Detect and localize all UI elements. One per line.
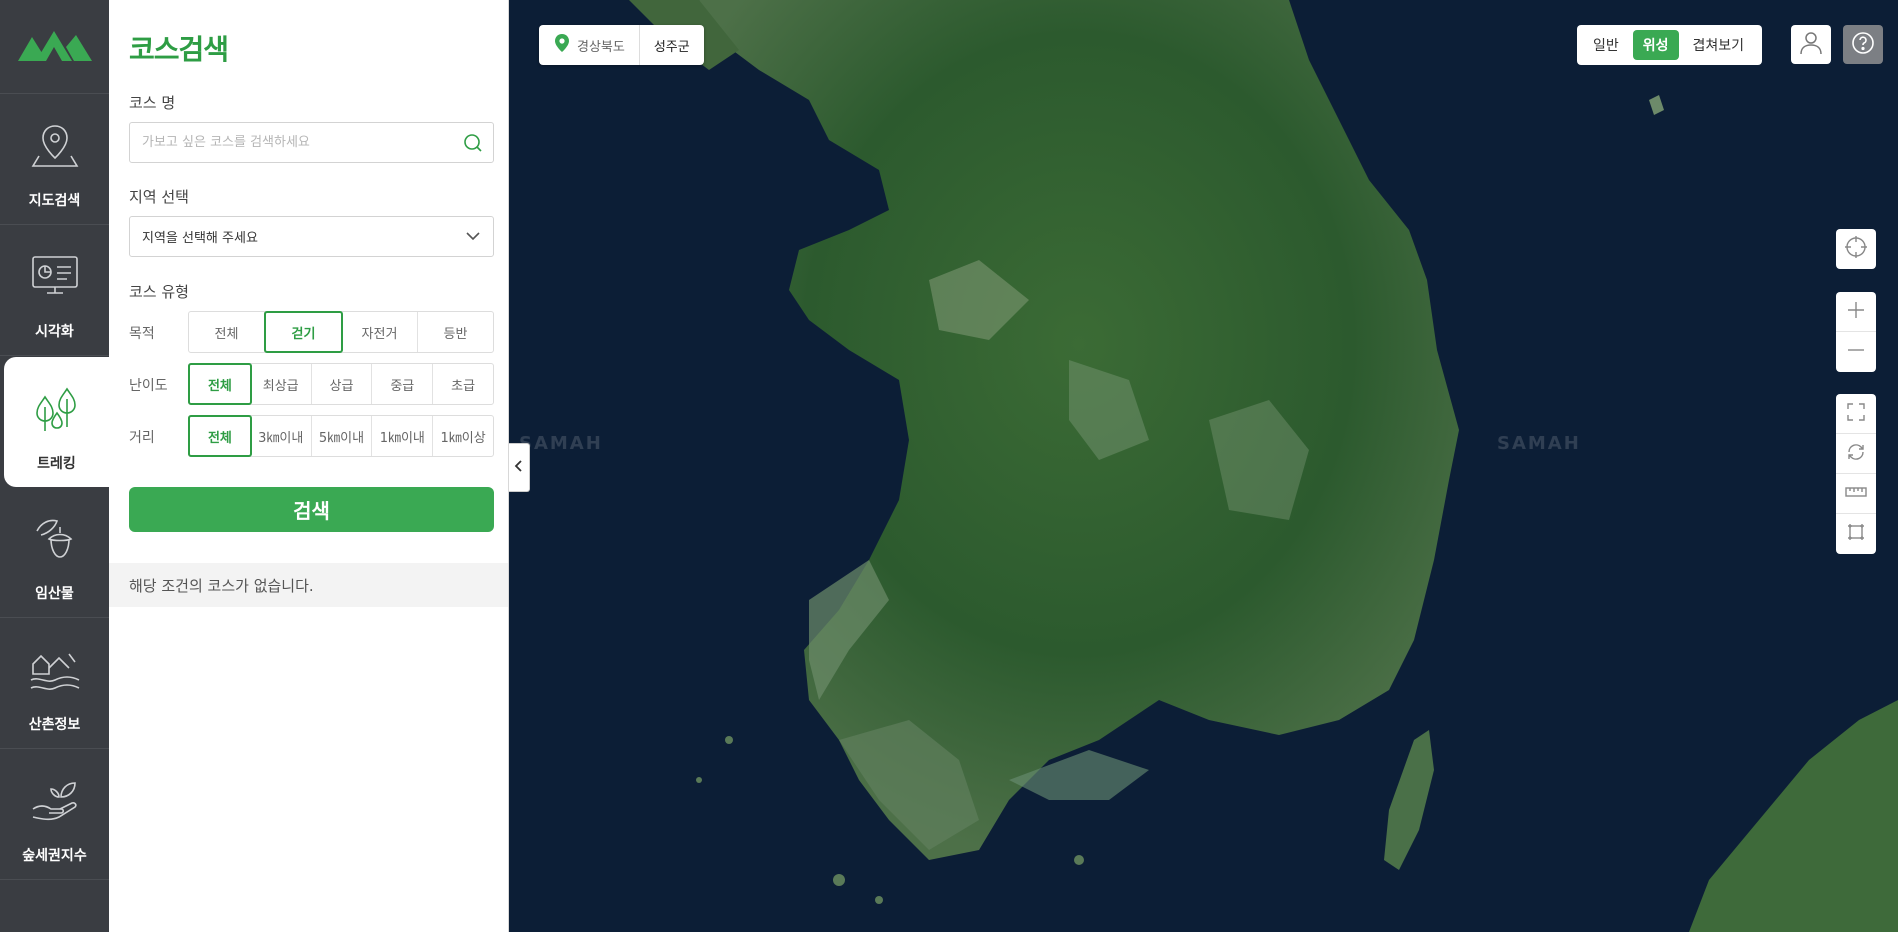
minus-icon [1846, 340, 1866, 364]
user-button[interactable] [1791, 25, 1831, 64]
location-pin-icon [555, 34, 569, 56]
region-label: 지역 선택 [129, 188, 189, 206]
distance-options: 전체 3㎞이내 5㎞이내 1㎞이내 1㎞이상 [188, 415, 494, 457]
region-select[interactable]: 지역을 선택해 주세요 [129, 216, 494, 257]
village-icon [27, 642, 83, 698]
locate-button[interactable] [1836, 229, 1876, 269]
distance-option-3km[interactable]: 3㎞이내 [251, 416, 312, 456]
refresh-icon [1846, 442, 1866, 466]
breadcrumb-province[interactable]: 경상북도 [539, 25, 640, 65]
course-name-field [129, 122, 494, 163]
distance-option-1km-within[interactable]: 1㎞이내 [372, 416, 434, 456]
breadcrumb-county[interactable]: 성주군 [640, 36, 704, 55]
course-type-label: 코스 유형 [129, 283, 189, 301]
course-name-label: 코스 명 [129, 94, 176, 112]
zoom-in-button[interactable] [1836, 292, 1876, 332]
question-icon [1851, 31, 1875, 59]
crosshair-icon [1844, 235, 1868, 263]
distance-label: 거리 [129, 430, 155, 446]
search-icon[interactable] [463, 133, 483, 157]
difficulty-options: 전체 최상급 상급 중급 초급 [188, 363, 494, 405]
nav-item-map-search[interactable]: 지도검색 [0, 95, 109, 225]
purpose-options: 전체 걷기 자전거 등반 [188, 311, 494, 353]
logo[interactable] [0, 0, 109, 94]
measure-area-button[interactable] [1836, 514, 1876, 554]
fullscreen-icon [1847, 402, 1865, 425]
map-type-toggle: 일반 위성 겹쳐보기 [1577, 25, 1762, 65]
map-type-overlay[interactable]: 겹쳐보기 [1683, 30, 1755, 60]
nav-item-label: 시각화 [35, 324, 74, 340]
nav-item-label: 산촌정보 [28, 717, 81, 733]
hand-leaf-icon [27, 773, 83, 829]
nav-item-label: 임산물 [35, 586, 74, 602]
purpose-option-climb[interactable]: 등반 [418, 312, 493, 352]
fullscreen-button[interactable] [1836, 394, 1876, 434]
purpose-label: 목적 [129, 326, 155, 342]
refresh-button[interactable] [1836, 434, 1876, 474]
course-search-panel: 코스검색 코스 명 지역 선택 지역을 선택해 주세요 코스 유형 목적 전체 … [109, 0, 509, 932]
distance-option-all[interactable]: 전체 [188, 415, 252, 457]
purpose-option-walk[interactable]: 걷기 [264, 311, 343, 353]
monitor-chart-icon [27, 249, 83, 305]
map-pin-icon [27, 118, 83, 174]
difficulty-option-all[interactable]: 전체 [188, 363, 252, 405]
difficulty-option-intermediate[interactable]: 중급 [372, 364, 434, 404]
help-button[interactable] [1843, 25, 1883, 64]
side-nav: 지도검색 시각화 트레킹 임산물 산촌정보 숲세권지수 [0, 0, 109, 932]
satellite-map[interactable]: SAMAH SAMAH [509, 0, 1898, 932]
course-name-input[interactable] [130, 123, 450, 162]
search-button[interactable]: 검색 [129, 487, 494, 532]
nav-item-label: 트레킹 [37, 456, 76, 472]
measure-distance-button[interactable] [1836, 474, 1876, 514]
map-watermark: SAMAH [519, 433, 603, 454]
panel-title: 코스검색 [129, 33, 229, 66]
chevron-down-icon [465, 230, 481, 246]
breadcrumb-province-label: 경상북도 [577, 39, 625, 55]
collapse-panel-button[interactable] [509, 443, 530, 492]
korea-peninsula-map [629, 0, 1898, 932]
purpose-option-bike[interactable]: 자전거 [342, 312, 418, 352]
nav-item-forest-index[interactable]: 숲세권지수 [0, 750, 109, 880]
difficulty-option-beginner[interactable]: 초급 [433, 364, 493, 404]
plus-icon [1846, 300, 1866, 324]
difficulty-option-expert[interactable]: 최상급 [251, 364, 312, 404]
map-type-normal[interactable]: 일반 [1583, 30, 1629, 60]
map-watermark: SAMAH [1497, 433, 1581, 454]
distance-option-5km[interactable]: 5㎞이내 [312, 416, 373, 456]
logo-icon [17, 30, 92, 61]
nav-item-label: 지도검색 [28, 193, 81, 209]
chevron-left-icon [514, 458, 524, 477]
nav-item-village-info[interactable]: 산촌정보 [0, 619, 109, 749]
map-utility-tools [1836, 394, 1876, 554]
purpose-option-all[interactable]: 전체 [189, 312, 265, 352]
locate-tool [1836, 229, 1876, 269]
map-type-satellite[interactable]: 위성 [1632, 30, 1679, 60]
region-select-value: 지역을 선택해 주세요 [142, 231, 258, 246]
zoom-out-button[interactable] [1836, 332, 1876, 372]
nav-item-trekking[interactable]: 트레킹 [4, 357, 109, 487]
nav-item-visualization[interactable]: 시각화 [0, 226, 109, 356]
user-icon [1800, 31, 1822, 59]
trees-icon [29, 381, 85, 437]
ruler-icon [1845, 484, 1867, 503]
zoom-tools [1836, 292, 1876, 372]
difficulty-option-advanced[interactable]: 상급 [312, 364, 373, 404]
difficulty-label: 난이도 [129, 378, 168, 394]
nav-item-forest-products[interactable]: 임산물 [0, 488, 109, 618]
nav-item-label: 숲세권지수 [22, 848, 87, 864]
area-icon [1847, 523, 1865, 545]
acorn-icon [27, 511, 83, 567]
breadcrumb: 경상북도 성주군 [539, 25, 704, 65]
result-message: 해당 조건의 코스가 없습니다. [109, 563, 508, 607]
distance-option-1km-over[interactable]: 1㎞이상 [433, 416, 493, 456]
